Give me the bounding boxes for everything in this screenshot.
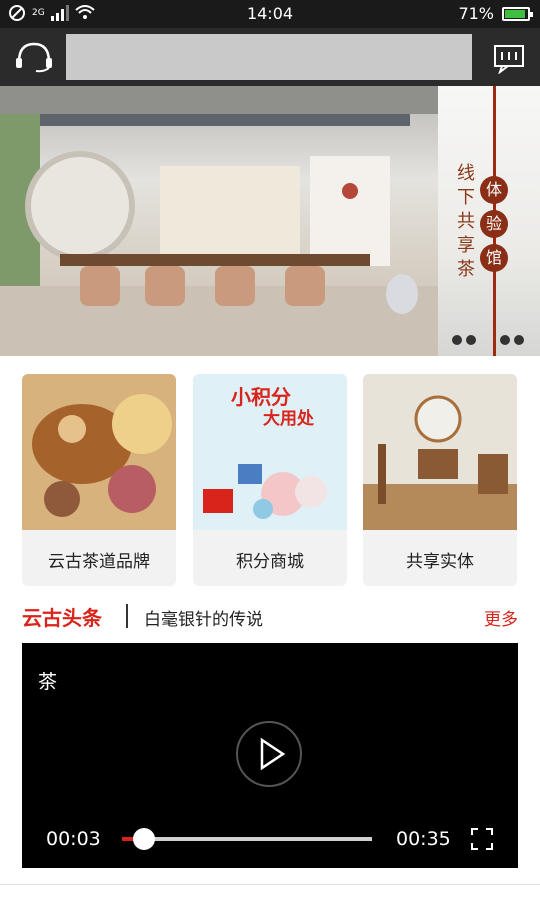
status-right: 71% [458, 4, 533, 23]
promo-banner[interactable]: 线下共享茶 体 验 馆 [0, 86, 540, 356]
points-mall-image: 小积分 大用处 [193, 374, 347, 530]
play-button[interactable] [236, 721, 302, 787]
teahouse-photo [0, 86, 438, 356]
message-icon[interactable] [492, 40, 526, 74]
card2-art-line2: 大用处 [263, 408, 315, 429]
banner-circle-2: 验 [480, 210, 508, 238]
card-label: 积分商城 [236, 552, 304, 572]
banner-side-text: 线下共享茶 [457, 163, 475, 280]
headline-news-link[interactable]: 白毫银针的传说 [144, 605, 263, 630]
headline-divider [126, 604, 128, 628]
banner-circles: 体 验 馆 [480, 176, 508, 278]
card-shared-venue[interactable]: 共享实体 [363, 374, 517, 586]
video-title: 茶 [38, 671, 58, 693]
card-label: 共享实体 [406, 552, 474, 572]
carousel-dot[interactable] [514, 335, 524, 345]
card-points-mall[interactable]: 小积分 大用处 积分商城 [193, 374, 347, 586]
carousel-dot-gap [480, 335, 496, 345]
headline-brand: 云古头条 [22, 606, 102, 630]
battery-percent: 71% [458, 4, 494, 23]
top-bar [0, 28, 540, 86]
shared-venue-image [363, 374, 517, 530]
current-time: 00:03 [46, 828, 101, 850]
headline-bar: 云古头条 白毫银针的传说 更多 [22, 596, 518, 636]
bottom-nav [0, 884, 540, 900]
card-tea-brand[interactable]: 云古茶道品牌 [22, 374, 176, 586]
play-icon [260, 737, 286, 771]
card-label: 云古茶道品牌 [48, 552, 150, 572]
progress-thumb[interactable] [132, 828, 155, 850]
progress-bar[interactable] [122, 828, 372, 850]
video-player[interactable]: 茶 00:03 00:35 [22, 643, 518, 868]
status-bar: 2G 14:04 71% [0, 0, 540, 28]
carousel-dot[interactable] [466, 335, 476, 345]
total-time: 00:35 [396, 828, 451, 850]
headset-icon[interactable] [14, 40, 54, 74]
carousel-dot[interactable] [452, 335, 462, 345]
banner-circle-1: 体 [480, 176, 508, 204]
banner-circle-3: 馆 [480, 244, 508, 272]
carousel-dots[interactable] [452, 335, 524, 345]
more-link[interactable]: 更多 [484, 605, 518, 630]
card2-art-line1: 小积分 [231, 385, 291, 409]
carousel-dot[interactable] [500, 335, 510, 345]
search-input[interactable] [66, 34, 472, 80]
battery-icon [502, 6, 533, 21]
tea-brand-image [22, 374, 176, 530]
feature-cards: 云古茶道品牌 小积分 大用处 积分商城 共享实体 [22, 374, 518, 586]
fullscreen-icon[interactable] [470, 827, 494, 851]
